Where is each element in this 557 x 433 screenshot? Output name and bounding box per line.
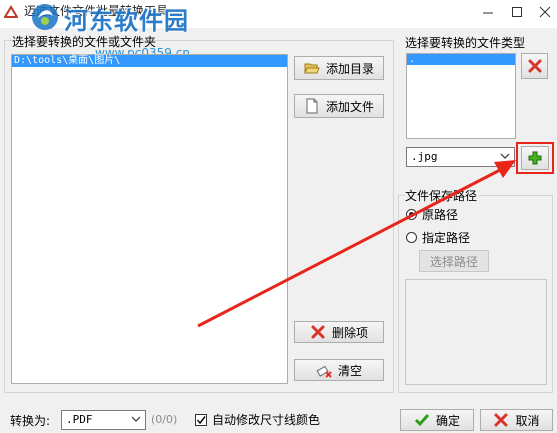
count-text: (0/0)	[151, 413, 178, 426]
cancel-label: 取消	[515, 413, 540, 428]
ok-label: 确定	[435, 413, 460, 428]
convert-to-combo[interactable]: .PDF	[61, 410, 146, 430]
ok-button[interactable]: 确定	[400, 409, 474, 431]
checkmark-icon	[414, 412, 430, 428]
chevron-down-icon	[131, 414, 141, 424]
auto-fix-label: 自动修改尺寸线颜色	[212, 413, 321, 427]
convert-to-label: 转换为:	[10, 414, 51, 428]
auto-fix-checkbox[interactable]: 自动修改尺寸线颜色	[195, 411, 320, 428]
convert-to-value: .PDF	[66, 413, 93, 426]
checkbox-box	[195, 413, 207, 426]
annotation-arrow-icon	[197, 160, 516, 328]
cancel-button[interactable]: 取消	[480, 409, 553, 431]
cancel-x-icon	[493, 412, 509, 428]
